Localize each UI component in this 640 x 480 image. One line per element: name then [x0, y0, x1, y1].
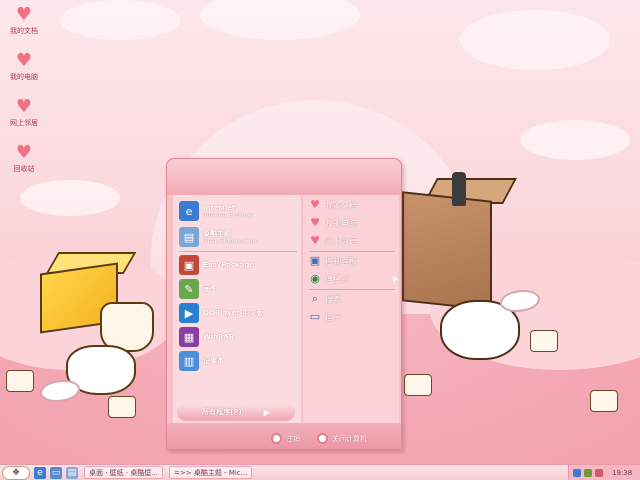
media-player-icon: ▶ — [179, 303, 199, 323]
run-icon: ▭ — [309, 310, 321, 323]
menu-item-internet[interactable]: e Internet Internet Explorer — [179, 201, 254, 221]
menu-item-easypackage[interactable]: ▣ EasyPackage — [179, 255, 254, 275]
start-menu-header — [167, 159, 401, 195]
ie-icon: e — [179, 201, 199, 221]
heart-icon: ♥ — [15, 142, 33, 163]
menu-divider — [309, 289, 395, 290]
volume-icon[interactable] — [584, 468, 592, 477]
taskbar: ❖ e ▭ ▤ 桌面 · 壁纸 · 桌酷壁... =>> 桌酷主题 - Mic.… — [0, 464, 640, 480]
network-icon[interactable] — [573, 468, 581, 477]
paint-icon: ✎ — [179, 279, 199, 299]
all-programs-button[interactable]: 所有程序(P) ▶ — [177, 403, 295, 421]
heart-icon: ♥ — [15, 50, 33, 71]
logoff-button[interactable]: 注销 — [271, 433, 300, 444]
menu-item-run[interactable]: ▭ 运行 — [309, 311, 341, 323]
power-icon — [317, 433, 328, 444]
tray-app-icon[interactable] — [595, 468, 603, 477]
taskbar-button-zhuoku-theme[interactable]: =>> 桌酷主题 - Mic... — [169, 466, 253, 479]
menu-item-paint[interactable]: ✎ 画图 — [179, 279, 217, 299]
desktop-icon-my-computer[interactable]: ♥ 我的电脑 — [4, 52, 44, 82]
clock: 19:38 — [612, 468, 633, 477]
desktop-icon-my-documents[interactable]: ♥ 我的文档 — [4, 6, 44, 36]
menu-item-notepad[interactable]: ▥ 记事本 — [179, 351, 224, 371]
heart-icon: ♥ — [310, 198, 320, 211]
menu-item-zhuoku-theme[interactable]: ▤ 桌酷主题 Desk.ZhuoKu.Com — [179, 227, 258, 247]
menu-item-search[interactable]: ⌕ 搜索 — [309, 293, 341, 305]
show-desktop-icon[interactable]: ▭ — [50, 466, 62, 479]
menu-item-my-computer[interactable]: ♥ 我的电脑 — [309, 217, 357, 229]
system-tray: 19:38 — [568, 465, 640, 480]
explorer-icon[interactable]: ▤ — [66, 466, 78, 479]
heart-icon: ♥ — [15, 96, 33, 117]
browser-window-icon: ▤ — [179, 227, 199, 247]
chevron-right-icon: ▶ — [263, 407, 270, 417]
start-menu: e Internet Internet Explorer ▤ 桌酷主题 Desk… — [166, 158, 402, 450]
package-icon: ▣ — [179, 255, 199, 275]
start-button[interactable]: ❖ — [2, 465, 30, 480]
heart-icon: ♥ — [15, 4, 33, 25]
menu-divider — [179, 251, 297, 252]
heart-icon: ♥ — [310, 234, 320, 247]
control-panel-icon: ▣ — [309, 254, 321, 267]
menu-item-winrar[interactable]: ▦ WinRAR — [179, 327, 234, 347]
taskbar-button-desktop-wallpaper[interactable]: 桌面 · 壁纸 · 桌酷壁... — [84, 466, 164, 479]
chevron-right-icon: ▶ — [393, 275, 399, 283]
globe-icon: ◉ — [310, 272, 320, 285]
heart-icon: ♥ — [310, 216, 320, 229]
desktop-icon-recycle-bin[interactable]: ♥ 回收站 — [4, 144, 44, 174]
menu-item-qqplayer[interactable]: ▶ QQPlayer 中文版 — [179, 303, 263, 323]
menu-divider — [309, 251, 395, 252]
search-icon: ⌕ — [311, 292, 319, 305]
menu-item-connect-to[interactable]: ◉ 连接到 ▶ — [309, 272, 398, 285]
winrar-icon: ▦ — [179, 327, 199, 347]
shutdown-button[interactable]: 关闭计算机 — [317, 433, 367, 444]
menu-item-my-documents[interactable]: ♥ 我的文档 — [309, 199, 357, 211]
ie-icon[interactable]: e — [34, 466, 46, 479]
menu-item-control-panel[interactable]: ▣ 控制面板 — [309, 255, 357, 267]
notepad-icon: ▥ — [179, 351, 199, 371]
start-logo-icon: ❖ — [11, 467, 21, 478]
menu-item-network[interactable]: ♥ 网上邻居 — [309, 235, 357, 247]
desktop-icon-network[interactable]: ♥ 网上邻居 — [4, 98, 44, 128]
logoff-icon — [271, 433, 282, 444]
